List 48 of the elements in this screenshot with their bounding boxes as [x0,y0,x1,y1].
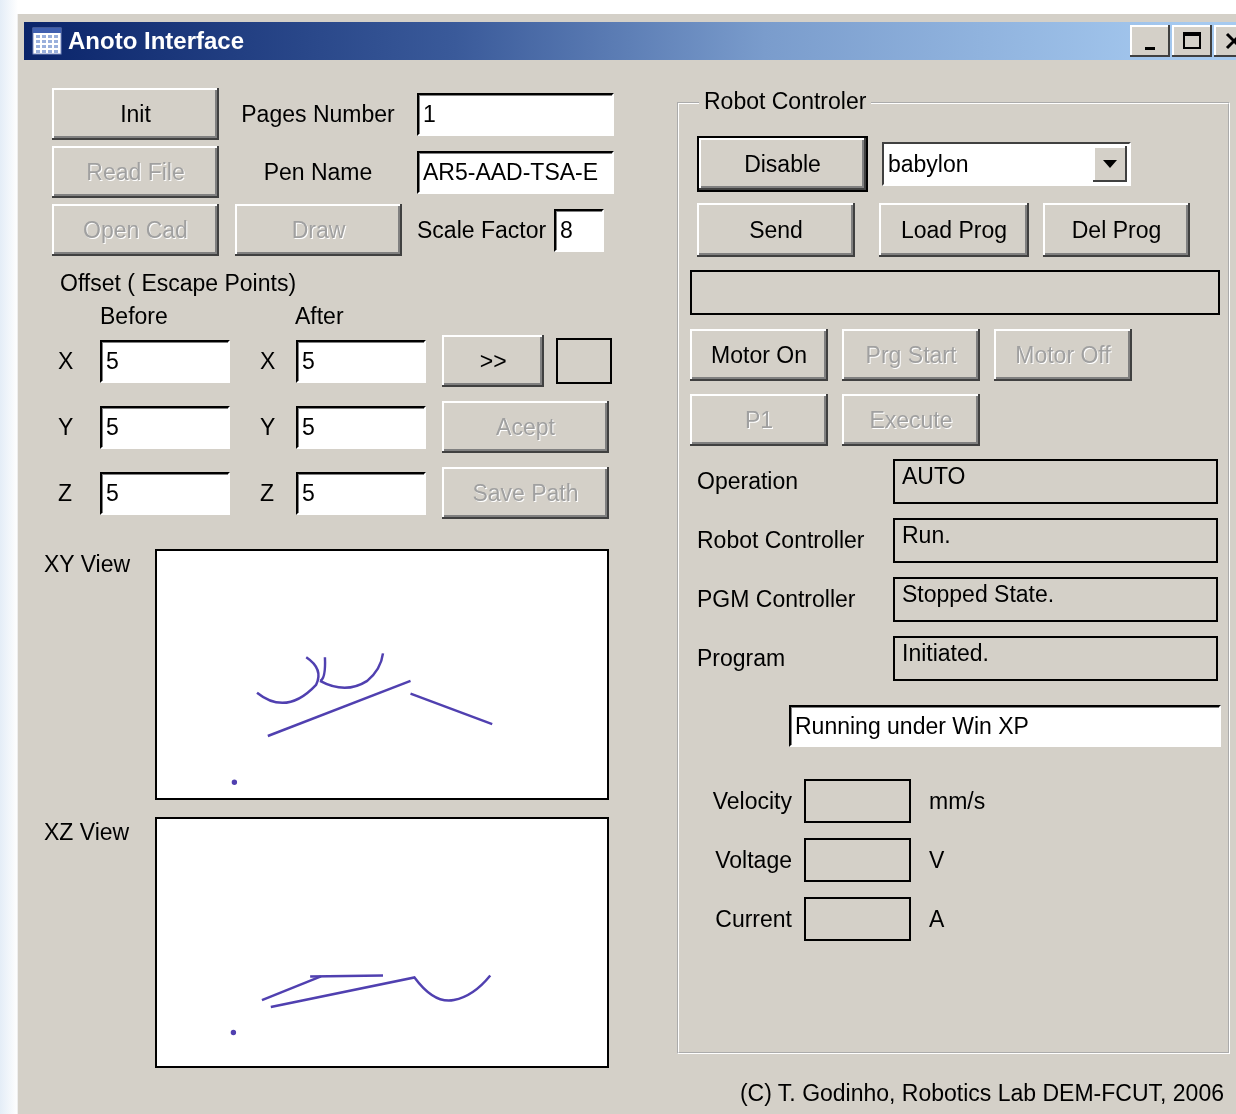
offset-field[interactable]: 5 [100,405,230,449]
status-value: AUTO [893,459,1218,504]
program-button[interactable]: Del Prog [1043,203,1190,257]
scale-factor-field[interactable]: 8 [554,208,605,252]
transfer-button[interactable]: >> [442,335,545,387]
axis-label: Z [57,479,74,507]
copyright-text: (C) T. Godinho, Robotics Lab DEM-FCUT, 2006 [739,1080,1224,1106]
program-button[interactable]: Load Prog [879,203,1029,257]
view-label: XY View [44,551,131,577]
field-label: Pages Number [241,100,395,128]
axis-label: Y [57,413,75,441]
column-label: After [295,303,344,331]
os-info-field[interactable]: Running under Win XP [789,705,1221,747]
status-label: Operation [696,468,799,495]
program-button[interactable]: Send [697,203,855,257]
reading-label: Current [714,905,793,933]
reading-label: Velocity [711,787,793,815]
status-value: Run. [893,518,1218,563]
status-label: Program [696,645,787,672]
offset-field[interactable]: 5 [296,471,426,515]
field-label: Pen Name [263,158,373,186]
column-label: Before [100,303,169,331]
motor-button[interactable]: Motor On [690,329,828,381]
axis-label: Z [259,479,276,507]
pages-number-field[interactable]: 1 [417,92,614,136]
unit-label: A [929,905,946,933]
init-button[interactable]: Init [52,88,219,140]
view-label: XZ View [44,819,130,845]
status-value: Initiated. [893,636,1218,681]
reading-label: Voltage [714,846,793,874]
unit-label: mm/s [929,787,986,815]
robot-dropdown[interactable]: babylon [882,142,1131,186]
pen-name-field[interactable]: AR5-AAD-TSA-E [417,150,614,194]
unit-label: V [929,846,946,874]
section-label: Offset ( Escape Points) [60,270,297,296]
axis-label: X [57,347,75,375]
offset-field[interactable]: 5 [296,405,426,449]
offset-field[interactable]: 5 [296,339,426,383]
window-title: Anoto Interface [68,27,245,55]
axis-label: X [259,347,277,375]
axis-label: Y [259,413,277,441]
status-label: Robot Controller [696,527,866,554]
status-value: Stopped State. [893,577,1218,622]
offset-field[interactable]: 5 [100,339,230,383]
field-label: Scale Factor [417,216,547,244]
disable-button[interactable]: Disable [699,138,866,190]
status-label: PGM Controller [696,586,857,613]
offset-field[interactable]: 5 [100,471,230,515]
